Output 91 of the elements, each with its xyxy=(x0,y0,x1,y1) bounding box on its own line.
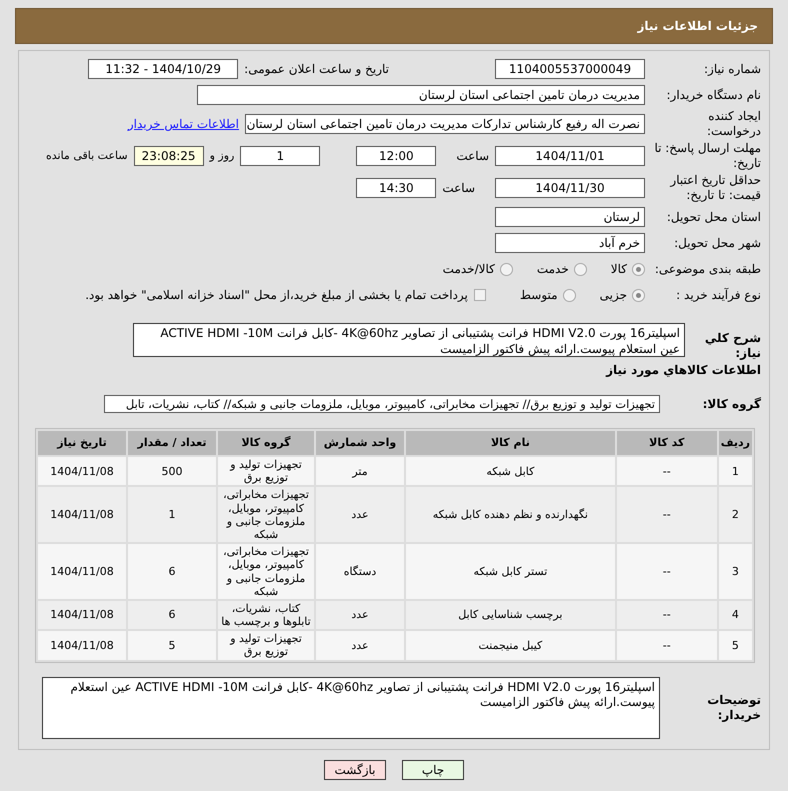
field-label: توضیحات خریدار: xyxy=(706,692,761,723)
checkbox[interactable] xyxy=(474,289,486,301)
field-label: تاریخ و ساعت اعلان عمومی: xyxy=(244,62,389,76)
table-cell: کیبل منیجمنت xyxy=(406,631,615,660)
field-label: شرح کلي نياز: xyxy=(704,330,761,361)
radio-button[interactable] xyxy=(632,288,645,302)
radio-button[interactable] xyxy=(574,262,587,276)
table-cell: 4 xyxy=(718,600,752,630)
column-header: ردیف xyxy=(718,431,752,455)
value-field: تجهیزات تولید و توزیع برق// تجهیزات مخابراتی، کامپیوتر، موبایل، ملزومات جانبی و شبکه// کتاب، نشریات، تابل xyxy=(104,395,660,413)
table-cell: تجهیزات مخابراتی، کامپیوتر، موبایل، ملزومات جانبی و شبکه xyxy=(218,544,314,599)
field-label: ساعت باقی مانده xyxy=(46,149,128,163)
table-cell: 1404/11/08 xyxy=(38,544,126,599)
table-cell: تجهیزات مخابراتی، کامپیوتر، موبایل، ملزومات جانبی و شبکه xyxy=(218,487,314,542)
column-header: تاریخ نیاز xyxy=(38,431,126,455)
option-label: جزیی xyxy=(600,288,627,302)
table-cell: تجهیزات تولید و توزیع برق xyxy=(218,631,314,660)
table-cell: 1404/11/08 xyxy=(38,487,126,542)
table-cell: کابل شبکه xyxy=(406,457,615,486)
field-label: حداقل تاریخ اعتبار قیمت: تا تاریخ: xyxy=(668,173,761,203)
table-cell: عدد xyxy=(316,600,404,630)
value-field: 1 xyxy=(240,146,320,166)
value-field: 1404/10/29 - 11:32 xyxy=(88,59,238,79)
table-cell: -- xyxy=(616,457,717,486)
field-label: طبقه بندی موضوعی: xyxy=(654,262,761,276)
option-label: کالا/خدمت xyxy=(442,262,495,276)
field-label: نام دستگاه خریدار: xyxy=(666,88,761,102)
field-label: ایجاد کننده درخواست: xyxy=(706,109,761,139)
table-cell: برچسب شناسایی کابل xyxy=(406,600,615,630)
field-label: ساعت xyxy=(442,180,475,196)
field-label: گروه کالا: xyxy=(702,396,761,412)
table-cell: 2 xyxy=(718,487,752,542)
checkbox-label: پرداخت تمام یا بخشی از مبلغ خرید،از محل "اسناد خزانه اسلامی" خواهد بود. xyxy=(85,288,468,302)
table-cell: تجهیزات تولید و توزیع برق xyxy=(218,457,314,486)
back-button[interactable]: بازگشت xyxy=(324,760,386,780)
value-field: خرم آباد xyxy=(495,233,645,253)
table-cell: 1404/11/08 xyxy=(38,457,126,486)
column-header: نام کالا xyxy=(406,431,615,455)
field-label: روز و xyxy=(210,149,234,163)
field-label: مهلت ارسال پاسخ: تا تاریخ: xyxy=(653,141,761,171)
table-cell: 1 xyxy=(718,457,752,486)
table-cell: -- xyxy=(616,544,717,599)
value-field: 14:30 xyxy=(356,178,436,198)
column-header: تعداد / مقدار xyxy=(128,431,216,455)
contact-link[interactable]: اطلاعات تماس خریدار xyxy=(128,116,239,132)
table-cell: -- xyxy=(616,487,717,542)
table-cell: 6 xyxy=(128,600,216,630)
field-label: ساعت xyxy=(456,148,489,164)
table-cell: -- xyxy=(616,600,717,630)
table-cell: دستگاه xyxy=(316,544,404,599)
table-cell: 6 xyxy=(128,544,216,599)
table-cell: متر xyxy=(316,457,404,486)
value-field: نصرت اله رفیع کارشناس تدارکات مدیریت درمان تامین اجتماعی استان لرستان xyxy=(245,114,645,134)
table-cell: 3 xyxy=(718,544,752,599)
page-title: جزئیات اطلاعات نیاز xyxy=(15,8,773,44)
table-cell: عدد xyxy=(316,487,404,542)
table-cell: تستر کابل شبکه xyxy=(406,544,615,599)
description-field: اسپلیتر16 پورت HDMI V2.0 فرانت پشتیبانی از تصاویر 4K@60hz -کابل فرانت ACTIVE HDMI -10M عین استعلام پیوست.ارائه پیش فاکتور الزامیست xyxy=(133,323,685,357)
column-header: کد کالا xyxy=(616,431,717,455)
value-field: 1404/11/01 xyxy=(495,146,645,166)
table-cell: 500 xyxy=(128,457,216,486)
column-header: واحد شمارش xyxy=(316,431,404,455)
value-field: 12:00 xyxy=(356,146,436,166)
column-header: گروه کالا xyxy=(218,431,314,455)
radio-button[interactable] xyxy=(632,262,645,276)
option-label: متوسط xyxy=(520,288,558,302)
table-cell: 1 xyxy=(128,487,216,542)
table-cell: 5 xyxy=(718,631,752,660)
value-field: لرستان xyxy=(495,207,645,227)
field-label: شماره نیاز: xyxy=(703,62,761,76)
table-cell: عدد xyxy=(316,631,404,660)
field-label: استان محل تحویل: xyxy=(666,210,761,224)
print-button[interactable]: چاپ xyxy=(402,760,464,780)
table-cell: نگهدارنده و نظم دهنده کابل شبکه xyxy=(406,487,615,542)
option-label: خدمت xyxy=(536,262,569,276)
radio-button[interactable] xyxy=(500,262,513,276)
countdown-field: 23:08:25 xyxy=(134,146,204,166)
option-label: کالا xyxy=(610,262,627,276)
table-cell: 5 xyxy=(128,631,216,660)
notes-field: اسپلیتر16 پورت HDMI V2.0 فرانت پشتیبانی از تصاویر 4K@60hz -کابل فرانت ACTIVE HDMI -10M عین استعلام پیوست.ارائه پیش فاکتور الزامیست xyxy=(42,676,660,739)
radio-button[interactable] xyxy=(562,288,576,302)
field-label: شهر محل تحویل: xyxy=(673,236,761,250)
table-cell: 1404/11/08 xyxy=(38,600,126,630)
value-field: 1104005537000049 xyxy=(495,59,645,79)
value-field: مدیریت درمان تامین اجتماعی استان لرستان xyxy=(197,85,645,105)
table-cell: 1404/11/08 xyxy=(38,631,126,660)
table-cell: کتاب، نشریات، تابلوها و برچسب ها xyxy=(218,600,314,630)
section-title: اطلاعات کالاهاي مورد نياز xyxy=(604,363,761,378)
value-field: 1404/11/30 xyxy=(495,178,645,198)
table-cell: -- xyxy=(616,631,717,660)
field-label: نوع فرآیند خرید : xyxy=(675,288,761,302)
